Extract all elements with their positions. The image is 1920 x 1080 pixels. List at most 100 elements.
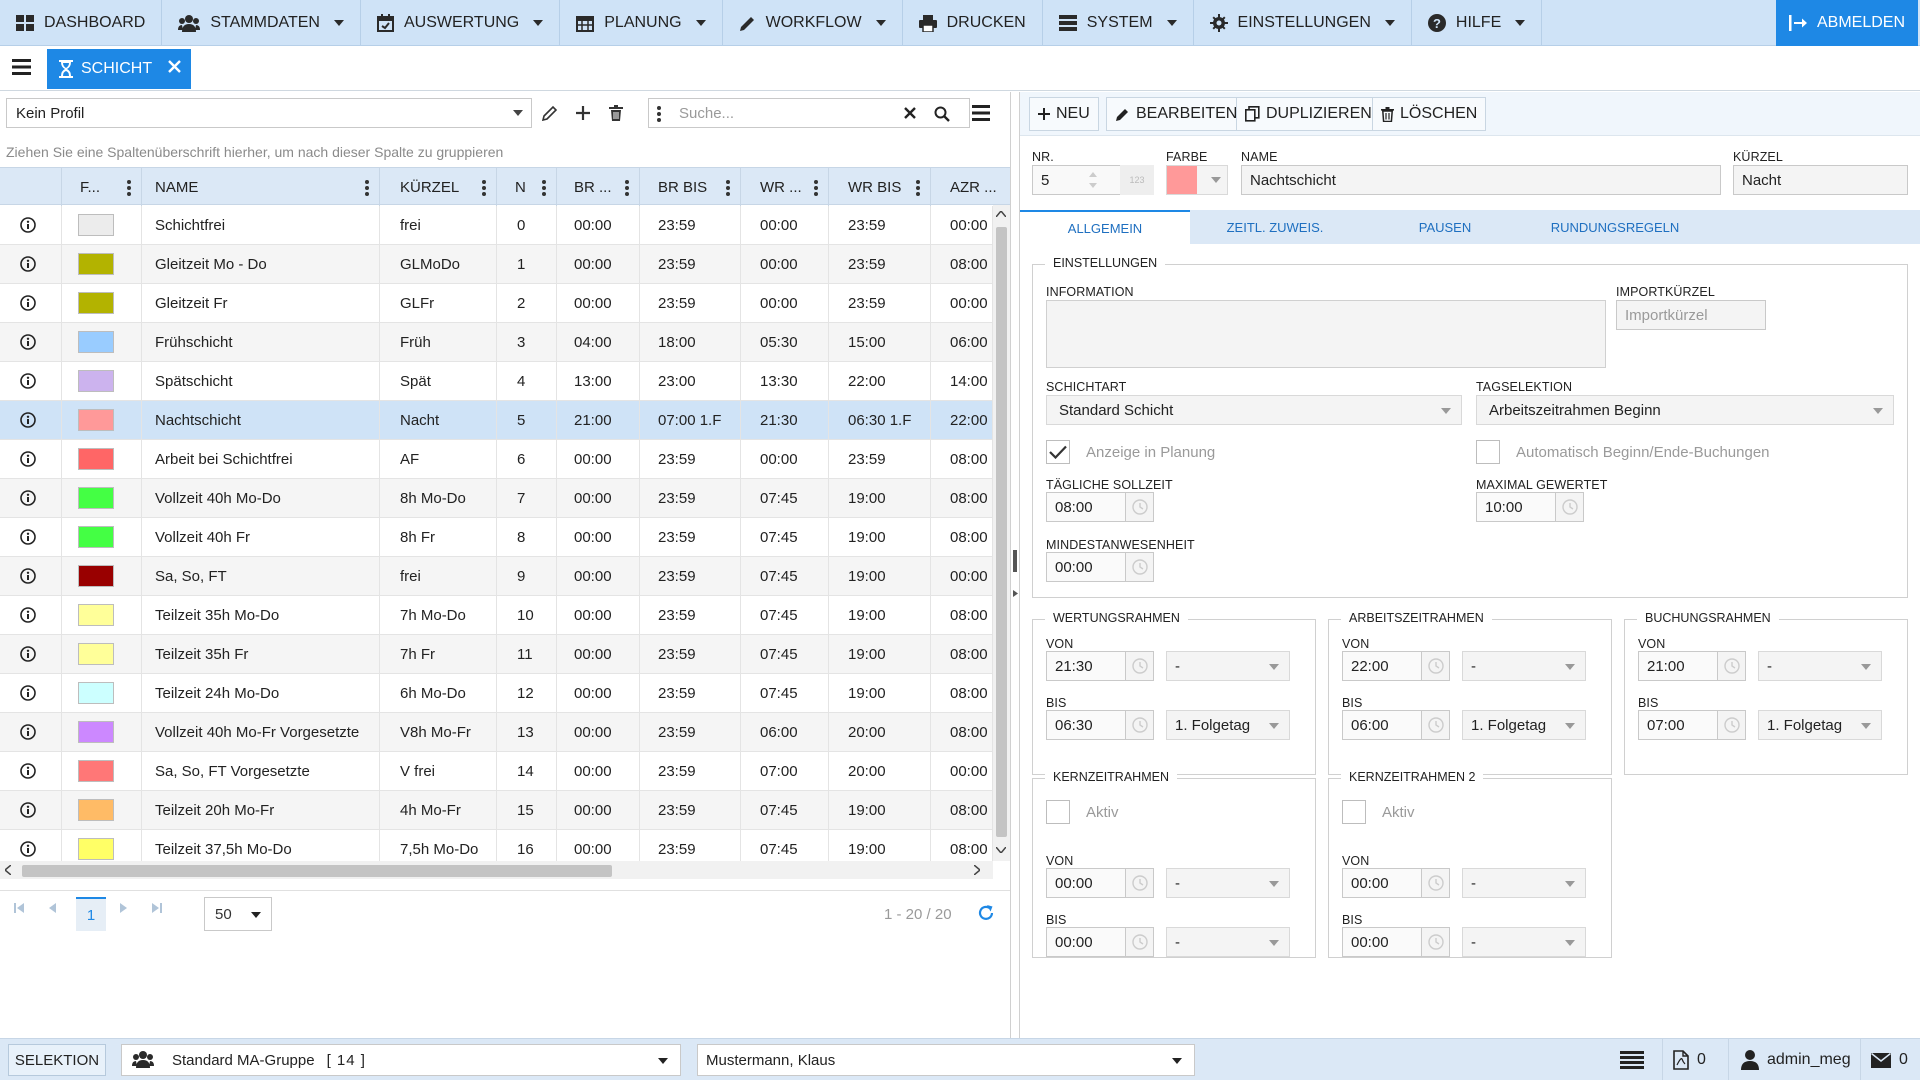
- von-day-select[interactable]: -: [1462, 868, 1586, 898]
- von-day-select[interactable]: -: [1462, 651, 1586, 681]
- info-icon[interactable]: [20, 295, 36, 311]
- kebab-icon[interactable]: [625, 180, 629, 196]
- table-row[interactable]: Spätschicht Spät 4 13:00 23:00 13:30 22:00 14:0…: [0, 362, 993, 401]
- tab-schicht[interactable]: SCHICHT: [47, 49, 191, 89]
- current-page[interactable]: 1: [76, 897, 106, 931]
- info-cell[interactable]: [0, 284, 62, 322]
- von-day-select[interactable]: -: [1166, 868, 1290, 898]
- last-page-icon[interactable]: [152, 903, 162, 913]
- nav-auswertung[interactable]: AUSWERTUNG: [361, 0, 561, 46]
- nav-workflow[interactable]: WORKFLOW: [723, 0, 903, 46]
- tab-rundungsregeln[interactable]: RUNDUNGSREGELN: [1530, 210, 1700, 244]
- table-row[interactable]: Nachtschicht Nacht 5 21:00 07:00 1.F 21:30 06:…: [0, 401, 993, 440]
- clock-button[interactable]: [1126, 868, 1154, 898]
- nav-planung[interactable]: PLANUNG: [560, 0, 723, 46]
- column-header-kuerzel[interactable]: KÜRZEL: [380, 168, 497, 206]
- info-icon[interactable]: [20, 568, 36, 584]
- column-header-name[interactable]: NAME: [142, 168, 380, 206]
- close-icon[interactable]: [168, 60, 181, 73]
- info-icon[interactable]: [20, 412, 36, 428]
- von-day-select[interactable]: -: [1166, 651, 1290, 681]
- refresh-icon[interactable]: [976, 903, 996, 923]
- info-cell[interactable]: [0, 674, 62, 712]
- prev-page-icon[interactable]: [48, 903, 56, 913]
- kebab-icon[interactable]: [814, 180, 818, 196]
- info-cell[interactable]: [0, 401, 62, 439]
- info-cell[interactable]: [0, 323, 62, 361]
- name-field[interactable]: Nachtschicht: [1241, 165, 1721, 195]
- collapse-arrow-icon[interactable]: [1013, 590, 1018, 597]
- info-icon[interactable]: [20, 217, 36, 233]
- nav-hilfe[interactable]: ? HILFE: [1412, 0, 1543, 46]
- column-header-nr[interactable]: N: [497, 168, 557, 206]
- bis-time-field[interactable]: 07:00: [1638, 710, 1746, 740]
- table-row[interactable]: Vollzeit 40h Mo-Fr Vorgesetzte V8h Mo-Fr 1…: [0, 713, 993, 752]
- table-row[interactable]: Vollzeit 40h Mo-Do 8h Mo-Do 7 00:00 23:59 07:…: [0, 479, 993, 518]
- delete-button[interactable]: LÖSCHEN: [1372, 97, 1487, 131]
- info-cell[interactable]: [0, 206, 62, 244]
- pdf-counter[interactable]: 0: [1662, 1039, 1706, 1080]
- scroll-up-icon[interactable]: [996, 211, 1006, 217]
- table-row[interactable]: Teilzeit 20h Mo-Fr 4h Mo-Fr 15 00:00 23:59 07…: [0, 791, 993, 830]
- selektion-button[interactable]: SELEKTION: [8, 1044, 106, 1076]
- nav-dashboard[interactable]: DASHBOARD: [0, 0, 163, 46]
- info-icon[interactable]: [20, 373, 36, 389]
- schichtart-select[interactable]: Standard Schicht: [1046, 395, 1462, 425]
- column-header-wr-bis[interactable]: WR BIS: [829, 168, 931, 206]
- info-icon[interactable]: [20, 685, 36, 701]
- bis-time-field[interactable]: 00:00: [1342, 927, 1450, 957]
- edit-profile-button[interactable]: [535, 98, 565, 128]
- kebab-icon[interactable]: [916, 180, 920, 196]
- duplicate-button[interactable]: DUPLIZIEREN: [1236, 97, 1381, 131]
- list-view-button[interactable]: [1610, 1039, 1644, 1080]
- scroll-down-icon[interactable]: [996, 847, 1006, 853]
- bis-time-field[interactable]: 00:00: [1046, 927, 1154, 957]
- info-cell[interactable]: [0, 479, 62, 517]
- info-cell[interactable]: [0, 557, 62, 595]
- table-row[interactable]: Vollzeit 40h Fr 8h Fr 8 00:00 23:59 07:45 19:0…: [0, 518, 993, 557]
- table-row[interactable]: Teilzeit 24h Mo-Do 6h Mo-Do 12 00:00 23:59 07…: [0, 674, 993, 713]
- nav-einstellungen[interactable]: EINSTELLUNGEN: [1194, 0, 1412, 46]
- info-icon[interactable]: [20, 646, 36, 662]
- tagselektion-select[interactable]: Arbeitszeitrahmen Beginn: [1476, 395, 1894, 425]
- kebab-icon[interactable]: [127, 180, 131, 196]
- anzeige-checkbox[interactable]: [1046, 440, 1070, 464]
- page-size-select[interactable]: 50: [204, 897, 272, 931]
- clock-button[interactable]: [1718, 651, 1746, 681]
- column-header-br-bis[interactable]: BR BIS: [640, 168, 741, 206]
- info-cell[interactable]: [0, 596, 62, 634]
- table-row[interactable]: Sa, So, FT frei 9 00:00 23:59 07:45 19:00 00:00: [0, 557, 993, 596]
- importkuerzel-field[interactable]: Importkürzel: [1616, 300, 1766, 330]
- next-page-icon[interactable]: [120, 903, 128, 913]
- column-header-br-von[interactable]: BR ...: [557, 168, 640, 206]
- info-cell[interactable]: [0, 830, 62, 861]
- scroll-thumb[interactable]: [996, 227, 1007, 837]
- tab-pausen[interactable]: PAUSEN: [1360, 210, 1530, 244]
- stepper-icon[interactable]: [1088, 170, 1098, 190]
- splitter-grip[interactable]: [1013, 550, 1017, 572]
- mail-counter[interactable]: 0: [1860, 1039, 1908, 1080]
- info-cell[interactable]: [0, 440, 62, 478]
- table-row[interactable]: Sa, So, FT Vorgesetzte V frei 14 00:00 23:59…: [0, 752, 993, 791]
- kuerzel-field[interactable]: Nacht: [1733, 165, 1908, 195]
- table-row[interactable]: Teilzeit 35h Mo-Do 7h Mo-Do 10 00:00 23:59 07…: [0, 596, 993, 635]
- table-row[interactable]: Gleitzeit Mo - Do GLMoDo 1 00:00 23:59 00:00 2…: [0, 245, 993, 284]
- info-cell[interactable]: [0, 791, 62, 829]
- clock-button[interactable]: [1126, 651, 1154, 681]
- clock-button[interactable]: [1422, 927, 1450, 957]
- bis-day-select[interactable]: 1. Folgetag: [1462, 710, 1586, 740]
- delete-profile-button[interactable]: [601, 98, 631, 128]
- info-icon[interactable]: [20, 841, 36, 857]
- table-row[interactable]: Teilzeit 35h Fr 7h Fr 11 00:00 23:59 07:45 19:…: [0, 635, 993, 674]
- von-time-field[interactable]: 00:00: [1342, 868, 1450, 898]
- nr-field[interactable]: 5: [1032, 165, 1128, 195]
- von-time-field[interactable]: 22:00: [1342, 651, 1450, 681]
- clock-button[interactable]: [1126, 927, 1154, 957]
- search-input[interactable]: [679, 104, 899, 122]
- column-header-farbe[interactable]: F...: [62, 168, 142, 206]
- info-icon[interactable]: [20, 490, 36, 506]
- clock-button[interactable]: [1126, 710, 1154, 740]
- von-day-select[interactable]: -: [1758, 651, 1882, 681]
- nav-drucken[interactable]: DRUCKEN: [903, 0, 1043, 46]
- vertical-scrollbar[interactable]: [993, 205, 1010, 861]
